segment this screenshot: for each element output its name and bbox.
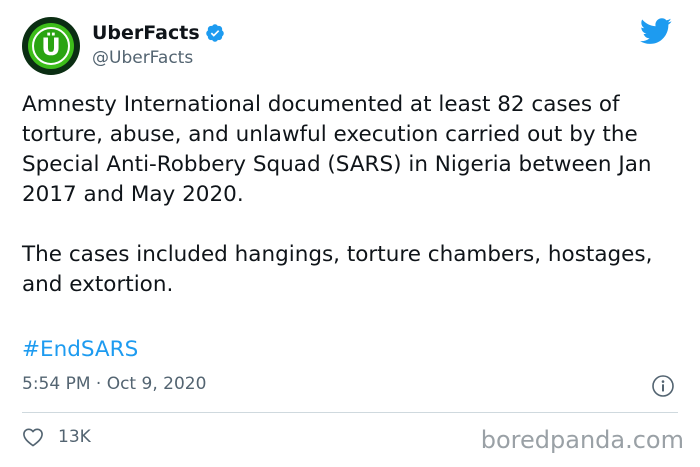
heart-icon[interactable]: [22, 427, 44, 447]
avatar[interactable]: Ü: [22, 17, 80, 75]
author-display-name[interactable]: UberFacts: [92, 22, 200, 44]
avatar-ring: Ü: [28, 23, 74, 69]
watermark: boredpanda.com: [480, 426, 684, 454]
tweet-paragraph-1: Amnesty International documented at leas…: [22, 92, 652, 207]
like-action[interactable]: 13K: [22, 427, 91, 447]
twitter-bird-icon[interactable]: [640, 18, 672, 45]
avatar-letter: Ü: [41, 33, 61, 61]
hashtag-link[interactable]: #EndSARS: [22, 335, 138, 365]
avatar-inner: Ü: [32, 27, 70, 65]
tweet-body: Amnesty International documented at leas…: [22, 90, 682, 300]
author-handle[interactable]: @UberFacts: [92, 48, 193, 68]
tweet-timestamp[interactable]: 5:54 PM · Oct 9, 2020: [22, 374, 206, 394]
divider: [22, 412, 678, 413]
tweet-paragraph-2: The cases included hangings, torture cha…: [22, 242, 653, 297]
like-count: 13K: [58, 427, 91, 447]
author-name-row: UberFacts: [92, 22, 225, 44]
info-icon[interactable]: [651, 374, 675, 398]
verified-badge-icon: [205, 24, 224, 42]
